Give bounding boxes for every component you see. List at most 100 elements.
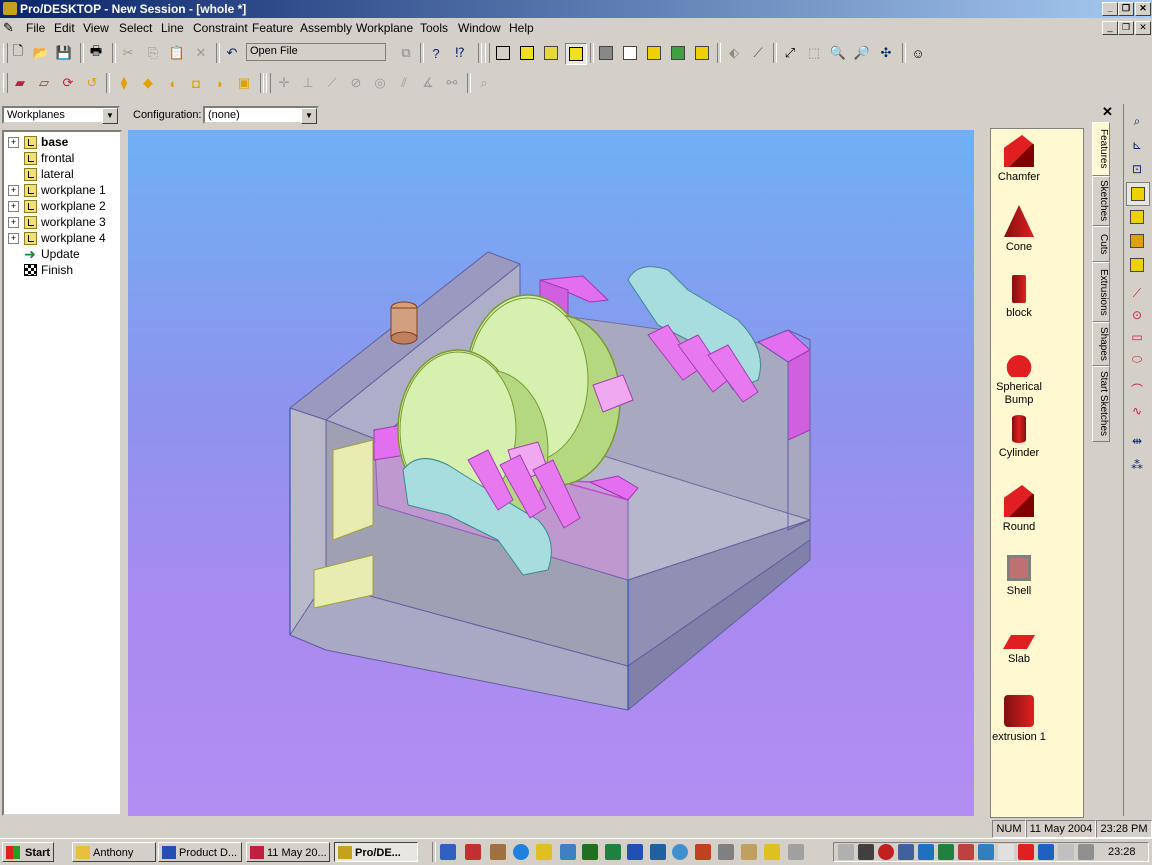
dimension-icon[interactable]: ⇹: [1126, 430, 1148, 452]
tray-icon-4[interactable]: [898, 844, 914, 860]
sketch-plane-icon[interactable]: ⟋: [748, 43, 768, 63]
draw-spline-icon[interactable]: ∿: [1126, 400, 1148, 422]
pattern-tool-icon[interactable]: ▣: [234, 73, 254, 93]
tree-item-base[interactable]: + base: [8, 134, 68, 150]
quick-launch-ie-icon[interactable]: [513, 844, 529, 860]
feature-cone[interactable]: Cone: [991, 205, 1047, 254]
feature-round[interactable]: Round: [991, 485, 1047, 534]
quick-launch-player-icon[interactable]: [764, 844, 780, 860]
select-feature-icon[interactable]: [1126, 182, 1150, 206]
close-button[interactable]: ✕: [1135, 2, 1151, 16]
expand-icon[interactable]: +: [8, 216, 19, 228]
menu-select[interactable]: Select: [119, 21, 152, 35]
constraint-point-icon[interactable]: ✛: [274, 73, 294, 93]
view-gray-cube-icon[interactable]: [596, 43, 616, 63]
menu-feature[interactable]: Feature: [252, 21, 293, 35]
tray-icon-8[interactable]: [978, 844, 994, 860]
menu-workplane[interactable]: Workplane: [356, 21, 413, 35]
menu-edit[interactable]: Edit: [54, 21, 75, 35]
copy-icon[interactable]: ⎘: [143, 43, 163, 63]
select-workplane-icon[interactable]: ⌕: [1126, 110, 1148, 132]
select-face-icon[interactable]: ⊡: [1126, 158, 1148, 180]
feature-cylinder[interactable]: Cylinder: [991, 415, 1047, 460]
expand-icon[interactable]: +: [8, 184, 19, 196]
tab-sketches[interactable]: Sketches: [1092, 176, 1110, 226]
tab-start-sketches[interactable]: Start Sketches: [1092, 366, 1110, 442]
tray-icon-11[interactable]: [1038, 844, 1054, 860]
draft-tool-icon[interactable]: ◗: [210, 73, 230, 93]
zoom-window-icon[interactable]: ⬚: [804, 43, 824, 63]
extrude-cut-icon[interactable]: ▱: [34, 73, 54, 93]
quick-launch-publisher-icon[interactable]: [605, 844, 621, 860]
expand-icon[interactable]: +: [8, 136, 19, 148]
mdi-close-button[interactable]: ✕: [1135, 21, 1151, 35]
tray-icon-12[interactable]: [1058, 844, 1074, 860]
quick-launch-app2-icon[interactable]: [650, 844, 666, 860]
tree-item-workplane-1[interactable]: + workplane 1: [8, 182, 106, 198]
view-shaded-icon[interactable]: [517, 43, 537, 63]
constraint-link-icon[interactable]: ⚯: [442, 73, 462, 93]
tab-extrusions[interactable]: Extrusions: [1092, 262, 1110, 322]
quick-launch-media-icon[interactable]: [672, 844, 688, 860]
view-top-icon[interactable]: [668, 43, 688, 63]
extrude-profile-icon[interactable]: ▰: [10, 73, 30, 93]
draw-line-icon[interactable]: ⟋: [1126, 282, 1148, 304]
select-part-icon[interactable]: [1126, 206, 1148, 228]
smiley-icon[interactable]: ☺: [908, 43, 928, 63]
context-help-icon[interactable]: ⁉: [450, 43, 470, 63]
constraint-line-icon[interactable]: ⟋: [322, 73, 342, 93]
menu-view[interactable]: View: [83, 21, 109, 35]
zoom-in-icon[interactable]: 🔍: [828, 43, 848, 63]
feature-block[interactable]: block: [991, 275, 1047, 320]
menu-tools[interactable]: Tools: [420, 21, 448, 35]
mdi-minimize-button[interactable]: _: [1102, 21, 1118, 35]
minimize-button[interactable]: _: [1102, 2, 1118, 16]
quick-launch-paint-icon[interactable]: [741, 844, 757, 860]
feature-slab[interactable]: Slab: [991, 625, 1047, 666]
browser-selector[interactable]: Workplanes ▼: [2, 106, 120, 124]
task-11-may[interactable]: 11 May 20...: [246, 842, 330, 862]
open-file-command-box[interactable]: Open File: [246, 43, 386, 61]
draw-circle-icon[interactable]: ⊙: [1126, 304, 1148, 326]
chevron-down-icon[interactable]: ▼: [102, 108, 118, 124]
task-product-d[interactable]: Product D...: [158, 842, 242, 862]
draw-ellipse-icon[interactable]: ⬭: [1126, 348, 1148, 370]
start-button[interactable]: Start: [2, 842, 54, 862]
round-tool-icon[interactable]: ◖: [162, 73, 182, 93]
menu-assembly[interactable]: Assembly: [300, 21, 352, 35]
sweep-icon[interactable]: ↺: [82, 73, 102, 93]
chamfer-tool-icon[interactable]: ◆: [138, 73, 158, 93]
feature-spherical-bump[interactable]: Spherical Bump: [991, 345, 1047, 407]
feature-shell[interactable]: Shell: [991, 555, 1047, 598]
model-graphic[interactable]: [128, 130, 974, 816]
expand-icon[interactable]: +: [8, 200, 19, 212]
quick-launch-tool-icon[interactable]: [718, 844, 734, 860]
tab-features[interactable]: Features: [1092, 122, 1110, 176]
shell-tool-icon[interactable]: ◘: [186, 73, 206, 93]
view-iso-cube-icon[interactable]: [620, 43, 640, 63]
delete-icon[interactable]: ✕: [191, 43, 211, 63]
chevron-down-icon[interactable]: ▼: [301, 108, 317, 124]
view-wireframe-icon[interactable]: [493, 43, 513, 63]
feature-chamfer[interactable]: Chamfer: [991, 135, 1047, 184]
view-hidden-line-icon[interactable]: [541, 43, 561, 63]
help-icon[interactable]: ?: [426, 43, 446, 63]
undo-icon[interactable]: ↶: [222, 43, 242, 63]
quick-launch-excel-icon[interactable]: [582, 844, 598, 860]
quick-launch-network-icon[interactable]: [560, 844, 576, 860]
quick-launch-outlook-icon[interactable]: [536, 844, 552, 860]
feature-extrusion-1[interactable]: extrusion 1: [991, 695, 1047, 744]
view-enhanced-icon[interactable]: [565, 43, 587, 65]
select-edge-icon[interactable]: ⊾: [1126, 134, 1148, 156]
tab-cuts[interactable]: Cuts: [1092, 226, 1110, 262]
constraint-icon[interactable]: ⁂: [1126, 454, 1148, 476]
menu-constraint[interactable]: Constraint: [193, 21, 248, 35]
menu-help[interactable]: Help: [509, 21, 534, 35]
constraint-parallel-icon[interactable]: ⫽: [394, 73, 414, 93]
select-view-icon[interactable]: ⬖: [724, 43, 744, 63]
tree-item-update[interactable]: ➜ Update: [8, 246, 80, 262]
tray-icon-2[interactable]: [858, 844, 874, 860]
view-side-icon[interactable]: [692, 43, 712, 63]
task-pro-desktop[interactable]: Pro/DE...: [334, 842, 418, 862]
task-anthony[interactable]: Anthony: [72, 842, 156, 862]
